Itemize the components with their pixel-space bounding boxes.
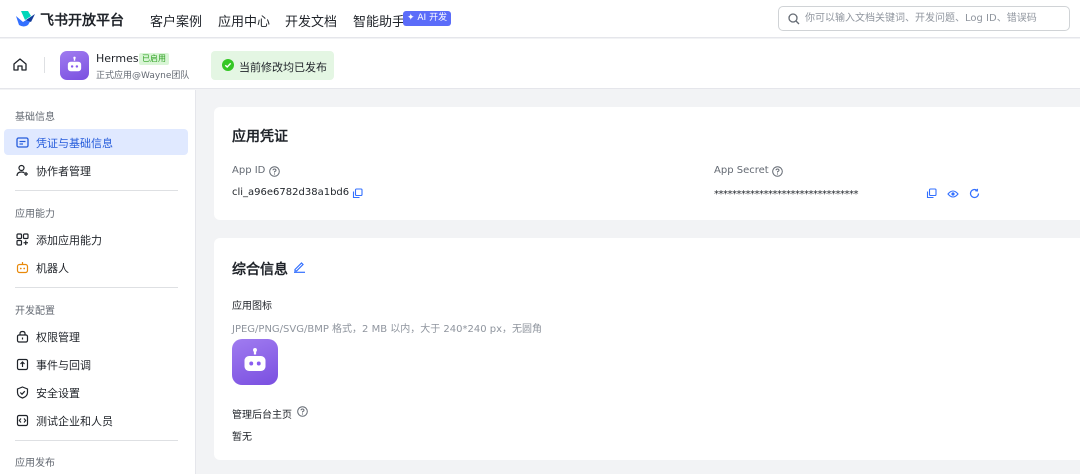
sidebar-item-label: 协作者管理 — [36, 165, 91, 178]
sidebar-item-label: 事件与回调 — [36, 359, 91, 372]
sidebar-item-security[interactable]: 安全设置 — [4, 379, 188, 405]
event-icon — [16, 358, 29, 371]
sidebar-divider — [15, 287, 178, 288]
sidebar-item-label: 机器人 — [36, 262, 69, 275]
nav-item-app-center[interactable]: 应用中心 — [218, 11, 270, 30]
sidebar-item-credentials[interactable]: 凭证与基础信息 — [4, 129, 188, 155]
app-header: Hermes 已启用 正式应用@Wayne团队 当前修改均已发布 — [0, 39, 1080, 89]
sidebar-item-test-tenants[interactable]: 测试企业和人员 — [4, 407, 188, 433]
header-divider — [44, 57, 45, 73]
sidebar-item-label: 权限管理 — [36, 331, 80, 344]
sidebar-section-release: 应用发布 — [15, 458, 55, 469]
robot-icon — [67, 56, 82, 72]
shield-icon — [16, 386, 29, 399]
nav-item-docs[interactable]: 开发文档 — [285, 11, 337, 30]
search-icon — [788, 13, 800, 25]
app-name: Hermes — [96, 52, 139, 65]
edit-icon[interactable] — [293, 260, 306, 273]
sidebar-item-label: 凭证与基础信息 — [36, 137, 113, 150]
robot-icon — [244, 348, 266, 371]
feishu-logo-icon[interactable] — [14, 8, 36, 30]
sidebar-divider — [15, 440, 178, 441]
app-icon-label: 应用图标 — [232, 301, 272, 312]
status-badge: 已启用 — [139, 53, 169, 65]
app-secret-label: App Secret — [714, 165, 769, 176]
sidebar-item-permissions[interactable]: 权限管理 — [4, 323, 188, 349]
credential-icon — [16, 137, 29, 148]
eye-icon[interactable] — [947, 189, 959, 199]
help-icon[interactable] — [297, 406, 308, 417]
app-secret-value: ******************************** — [714, 189, 859, 200]
homepage-value: 暂无 — [232, 432, 252, 443]
robot-icon — [16, 262, 29, 274]
brand-name[interactable]: 飞书开放平台 — [40, 10, 124, 30]
sidebar-item-label: 测试企业和人员 — [36, 415, 113, 428]
refresh-icon[interactable] — [969, 188, 980, 199]
ai-dev-badge[interactable]: ✦ AI 开发 — [403, 11, 452, 26]
credentials-title: 应用凭证 — [232, 129, 288, 145]
check-circle-icon — [222, 59, 234, 71]
search-box[interactable] — [778, 6, 1070, 31]
sidebar-section-capabilities: 应用能力 — [15, 209, 55, 220]
app-id-value: cli_a96e6782d38a1bd6 — [232, 187, 350, 198]
app-icon-preview[interactable] — [232, 339, 278, 385]
sidebar-item-add-capability[interactable]: 添加应用能力 — [4, 226, 188, 252]
user-add-icon — [16, 164, 28, 177]
app-id-label: App ID — [232, 165, 266, 176]
publish-status-text: 当前修改均已发布 — [239, 61, 327, 74]
app-avatar — [60, 51, 89, 80]
sidebar-section-basic: 基础信息 — [15, 112, 55, 123]
copy-icon[interactable] — [352, 188, 363, 199]
nav-item-cases[interactable]: 客户案例 — [150, 11, 202, 30]
apps-add-icon — [16, 233, 29, 246]
sidebar: 基础信息 凭证与基础信息 协作者管理 应用能力 添加应用能力 机器人 开发配置 … — [0, 90, 196, 474]
homepage-label: 管理后台主页 — [232, 410, 292, 421]
lock-icon — [16, 330, 29, 343]
copy-icon[interactable] — [926, 188, 937, 199]
general-info-title: 综合信息 — [232, 262, 288, 278]
top-nav-bar: 飞书开放平台 客户案例 应用中心 开发文档 智能助手 ✦ AI 开发 — [0, 0, 1080, 38]
sidebar-divider — [15, 190, 178, 191]
app-icon-hint: JPEG/PNG/SVG/BMP 格式，2 MB 以内，大于 240*240 p… — [232, 324, 543, 335]
sidebar-item-collaborators[interactable]: 协作者管理 — [4, 157, 188, 183]
sidebar-item-label: 添加应用能力 — [36, 234, 102, 247]
code-icon — [16, 414, 29, 427]
sidebar-item-label: 安全设置 — [36, 387, 80, 400]
app-subtitle: 正式应用@Wayne团队 — [96, 71, 190, 81]
general-info-card: 综合信息 应用图标 JPEG/PNG/SVG/BMP 格式，2 MB 以内，大于… — [214, 238, 1080, 460]
nav-item-assistant[interactable]: 智能助手 — [353, 11, 405, 30]
publish-status-banner: 当前修改均已发布 — [211, 51, 334, 80]
home-icon[interactable] — [12, 57, 28, 72]
sidebar-item-bot[interactable]: 机器人 — [4, 254, 188, 280]
credentials-card: 应用凭证 App ID cli_a96e6782d38a1bd6 App Sec… — [214, 107, 1080, 220]
help-icon[interactable] — [269, 166, 280, 177]
help-icon[interactable] — [772, 166, 783, 177]
sidebar-item-events[interactable]: 事件与回调 — [4, 351, 188, 377]
sidebar-section-dev-config: 开发配置 — [15, 306, 55, 317]
search-input[interactable] — [805, 10, 1063, 27]
